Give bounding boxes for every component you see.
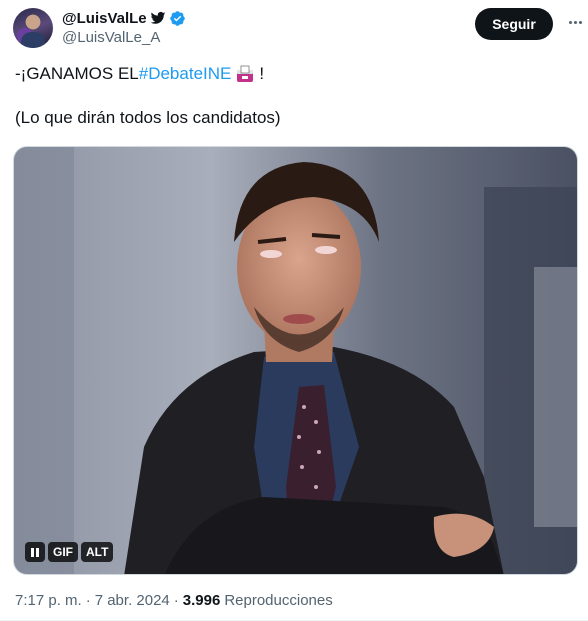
media-controls: GIF ALT — [25, 542, 114, 562]
meta-separator-2: · — [173, 592, 179, 609]
tweet-date[interactable]: 7 abr. 2024 — [95, 592, 170, 609]
more-options-icon[interactable] — [565, 12, 585, 32]
alt-text-button[interactable]: ALT — [81, 542, 114, 562]
display-name[interactable]: @LuisValLe — [62, 10, 147, 27]
pause-icon[interactable] — [25, 542, 45, 562]
views-label: Reproducciones — [224, 592, 333, 609]
meta-separator: · — [85, 592, 91, 609]
tweet-card: @LuisValLe @LuisValLe_A Seguir -¡GANAMOS… — [0, 0, 588, 621]
ballot-box-icon — [237, 65, 254, 82]
tweet-text-second-line: (Lo que dirán todos los candidatos) — [15, 108, 281, 127]
views-count: 3.996 — [182, 592, 221, 609]
verified-badge-icon — [169, 10, 185, 26]
gif-badge: GIF — [48, 542, 78, 562]
tweet-text-suffix: ! — [259, 64, 265, 83]
author-block: @LuisValLe @LuisValLe_A — [62, 8, 186, 46]
twitter-bird-icon — [150, 11, 165, 24]
hashtag-link[interactable]: #DebateINE — [139, 63, 232, 85]
gif-frame-image — [14, 147, 577, 574]
tweet-text-prefix: -¡GANAMOS EL — [15, 64, 139, 83]
avatar[interactable] — [13, 8, 53, 48]
handle[interactable]: @LuisValLe_A — [62, 29, 186, 46]
tweet-meta: 7:17 p. m. · 7 abr. 2024 · 3.996 Reprodu… — [15, 592, 333, 609]
tweet-text: -¡GANAMOS EL #DebateINE ! (Lo que dirán … — [15, 63, 575, 129]
gif-media[interactable] — [13, 146, 578, 575]
tweet-time[interactable]: 7:17 p. m. — [15, 592, 82, 609]
follow-button[interactable]: Seguir — [475, 8, 553, 40]
